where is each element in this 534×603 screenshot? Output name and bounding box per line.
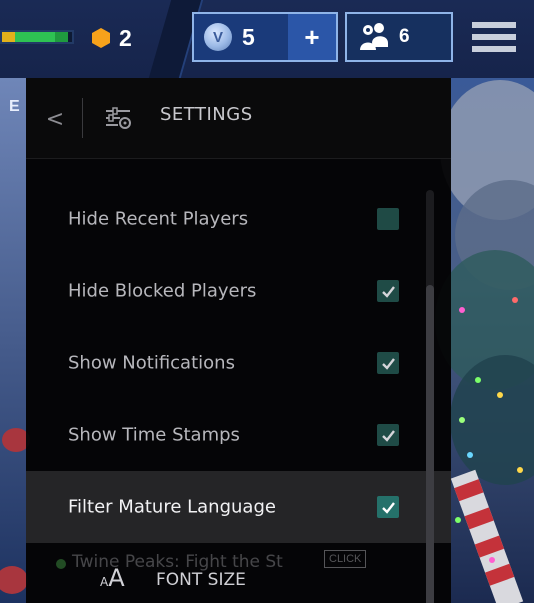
font-size-icon-big: A — [108, 564, 125, 592]
font-size-icon: AA — [100, 564, 125, 592]
checkmark-icon — [381, 357, 395, 370]
level-value: 2 — [119, 24, 132, 51]
xp-segment — [15, 32, 29, 42]
hamburger-menu-icon[interactable] — [472, 22, 516, 58]
setting-row[interactable]: Hide Blocked Players — [26, 255, 451, 327]
setting-label: Filter Mature Language — [68, 496, 276, 518]
setting-row[interactable]: Show Time Stamps — [26, 399, 451, 471]
party-count: 6 — [399, 26, 410, 47]
add-vbucks-button[interactable]: + — [288, 14, 336, 60]
setting-checkbox[interactable] — [377, 496, 399, 518]
top-bar: 2 V 5 + 6 — [0, 0, 534, 78]
setting-label: Hide Recent Players — [68, 208, 249, 230]
friends-icon — [360, 23, 388, 50]
checkmark-icon — [381, 501, 395, 514]
setting-row[interactable]: Filter Mature Language — [26, 471, 451, 543]
xp-segment — [2, 32, 16, 42]
checkmark-icon — [381, 429, 395, 442]
settings-list: Hide Recent Players Hide Blocked Players S… — [26, 183, 451, 543]
setting-checkbox[interactable] — [377, 352, 399, 374]
left-edge-strip: E — [0, 78, 26, 603]
setting-label: Hide Blocked Players — [68, 280, 257, 302]
font-size-icon-small: A — [100, 575, 109, 589]
scrollbar-thumb[interactable] — [426, 285, 434, 603]
vbucks-coin-icon: V — [204, 23, 232, 51]
checkmark-icon — [381, 285, 395, 298]
setting-checkbox[interactable] — [377, 280, 399, 302]
game-ui: 2 V 5 + 6 E < SETTINGS Hide Recent Playe… — [0, 0, 534, 603]
back-button[interactable]: < — [40, 104, 70, 134]
setting-label: Show Time Stamps — [68, 424, 240, 446]
setting-checkbox[interactable] — [377, 208, 399, 230]
scrollbar[interactable] — [426, 190, 434, 603]
xp-progress-fill — [2, 32, 69, 42]
setting-row[interactable]: Hide Recent Players — [26, 183, 451, 255]
xp-progress-bar — [0, 30, 74, 44]
level-badge[interactable]: 2 — [92, 24, 162, 52]
setting-row[interactable]: Show Notifications — [26, 327, 451, 399]
xp-segment — [41, 32, 56, 42]
party-members-button[interactable]: 6 — [345, 12, 453, 62]
vbucks-amount: 5 — [242, 23, 255, 50]
header-divider — [82, 98, 83, 138]
font-size-setting[interactable]: AA FONT SIZE — [26, 564, 451, 603]
settings-header: < SETTINGS — [26, 78, 451, 159]
font-size-label: FONT SIZE — [156, 570, 246, 590]
settings-panel: < SETTINGS Hide Recent Players Hide Block… — [26, 78, 451, 603]
xp-segment — [28, 32, 42, 42]
setting-checkbox[interactable] — [377, 424, 399, 446]
xp-segment — [55, 32, 69, 42]
setting-label: Show Notifications — [68, 352, 235, 374]
settings-title: SETTINGS — [160, 104, 253, 125]
vbucks-balance[interactable]: V 5 + — [192, 12, 338, 62]
settings-sliders-icon — [106, 107, 131, 129]
chevron-left-icon: < — [45, 106, 65, 132]
left-strip-letter: E — [9, 98, 20, 115]
hexagon-icon — [92, 28, 110, 48]
